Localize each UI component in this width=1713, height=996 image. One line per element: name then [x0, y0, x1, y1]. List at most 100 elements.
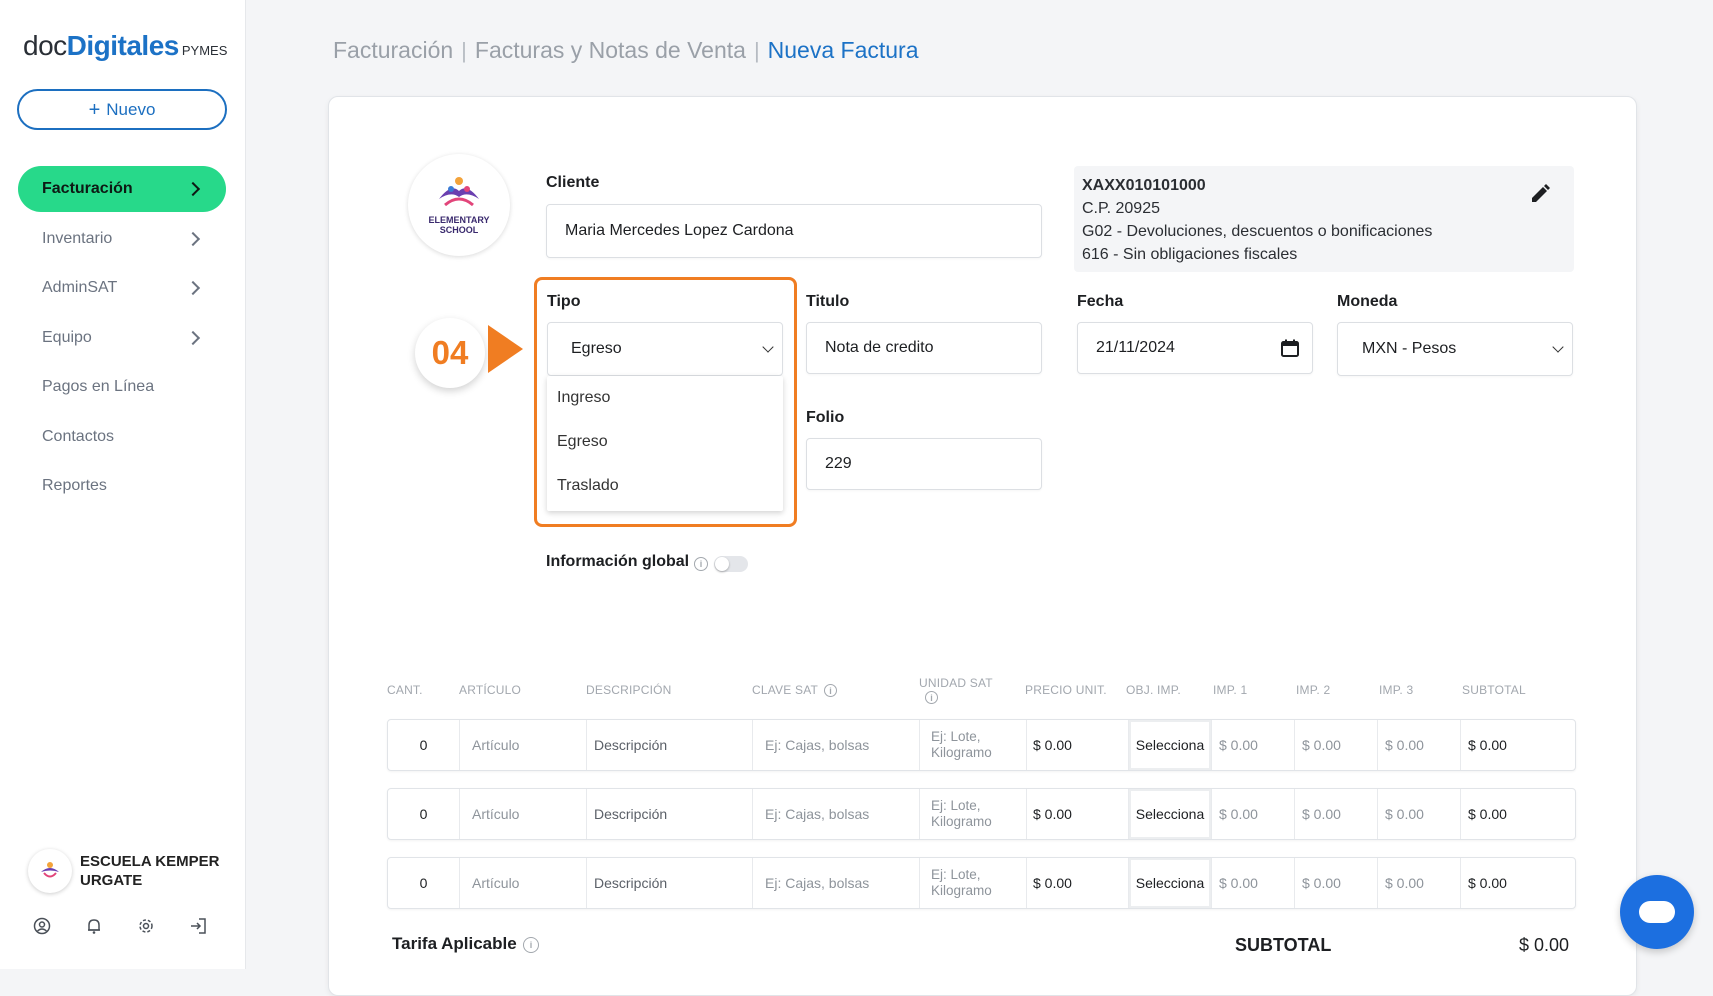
precio-input[interactable]: $ 0.00 — [1027, 789, 1129, 839]
descripcion-input[interactable]: Descripción — [587, 720, 753, 770]
precio-value: $ 0.00 — [1033, 875, 1072, 891]
step-number: 04 — [431, 334, 469, 371]
col-header-obj-imp: OBJ. IMP. — [1126, 683, 1181, 697]
cliente-label: Cliente — [546, 174, 600, 191]
moneda-select[interactable]: MXN - Pesos — [1337, 322, 1573, 376]
sidebar-item-label: Equipo — [42, 328, 92, 346]
col-header-descripcion: DESCRIPCIÓN — [586, 683, 672, 697]
subtotal-value: $ 0.00 — [1468, 875, 1507, 891]
client-rfc: XAXX010101000 — [1082, 177, 1206, 194]
articulo-input[interactable]: Artículo — [460, 789, 587, 839]
imp2-field[interactable]: $ 0.00 — [1295, 720, 1378, 770]
school-logo-text: ELEMENTARY — [428, 215, 490, 225]
calendar-icon[interactable] — [1280, 338, 1300, 358]
unidad-placeholder-line: Ej: Lote, — [931, 867, 981, 882]
obj-imp-label: Selecciona — [1135, 737, 1205, 753]
info-icon[interactable]: i — [523, 937, 539, 953]
brand-part2: Digitales — [66, 30, 180, 61]
chat-button[interactable] — [1620, 875, 1694, 949]
chevron-right-icon — [185, 231, 201, 246]
subtotal-value: $ 0.00 — [1468, 737, 1507, 753]
unidad-placeholder-line: Ej: Lote, — [931, 729, 981, 744]
precio-value: $ 0.00 — [1033, 737, 1072, 753]
tutorial-highlight — [534, 277, 797, 527]
precio-input[interactable]: $ 0.00 — [1027, 858, 1129, 908]
imp3-field[interactable]: $ 0.00 — [1378, 720, 1461, 770]
info-icon[interactable]: i — [694, 557, 708, 571]
col-header-imp3: IMP. 3 — [1379, 683, 1414, 697]
obj-imp-select[interactable]: Selecciona — [1129, 789, 1212, 839]
obj-imp-select[interactable]: Selecciona — [1129, 720, 1212, 770]
descripcion-input[interactable]: Descripción — [587, 789, 753, 839]
info-icon[interactable]: i — [925, 691, 938, 704]
imp2-field[interactable]: $ 0.00 — [1295, 858, 1378, 908]
gear-icon[interactable] — [136, 916, 156, 936]
subtotal-value: $ 0.00 — [1468, 806, 1507, 822]
step-marker: 04 — [415, 318, 485, 388]
user-profile[interactable]: ESCUELA KEMPER URGATE — [28, 849, 230, 893]
imp2-field[interactable]: $ 0.00 — [1295, 789, 1378, 839]
unidad-sat-input[interactable]: Ej: Lote, Kilogramo — [920, 720, 1027, 770]
info-global-toggle[interactable] — [714, 556, 748, 572]
unidad-placeholder-line: Kilogramo — [931, 883, 992, 898]
imp1-field[interactable]: $ 0.00 — [1212, 789, 1295, 839]
articulo-input[interactable]: Artículo — [460, 720, 587, 770]
sidebar-item-pagos-en-linea[interactable]: Pagos en Línea — [18, 364, 226, 410]
info-icon[interactable]: i — [824, 684, 837, 697]
folio-input[interactable]: 229 — [806, 438, 1042, 490]
sidebar-item-label: Pagos en Línea — [42, 378, 155, 395]
titulo-value: Nota de credito — [825, 339, 934, 356]
clave-sat-input[interactable]: Ej: Cajas, bolsas — [753, 858, 920, 908]
sidebar-item-reportes[interactable]: Reportes — [18, 463, 226, 509]
client-cp: C.P. 20925 — [1082, 200, 1160, 217]
descripcion-placeholder: Descripción — [594, 737, 668, 753]
cant-input[interactable]: 0 — [388, 789, 460, 839]
new-button[interactable]: + Nuevo — [17, 89, 227, 130]
imp3-value: $ 0.00 — [1385, 806, 1424, 822]
articulo-placeholder: Artículo — [472, 737, 520, 753]
user-circle-icon[interactable] — [32, 916, 52, 936]
cliente-value: Maria Mercedes Lopez Cardona — [565, 222, 794, 239]
cant-input[interactable]: 0 — [388, 720, 460, 770]
bell-icon[interactable] — [84, 916, 104, 936]
titulo-input[interactable]: Nota de credito — [806, 322, 1042, 374]
cliente-input[interactable]: Maria Mercedes Lopez Cardona — [546, 204, 1042, 258]
col-header-imp2: IMP. 2 — [1296, 683, 1331, 697]
fecha-input[interactable]: 21/11/2024 — [1077, 322, 1313, 374]
sidebar-item-contactos[interactable]: Contactos — [18, 414, 226, 460]
precio-value: $ 0.00 — [1033, 806, 1072, 822]
breadcrumb-facturacion[interactable]: Facturación — [333, 37, 453, 64]
tarifa-label: Tarifa Aplicable — [392, 934, 517, 953]
clave-sat-input[interactable]: Ej: Cajas, bolsas — [753, 720, 920, 770]
obj-imp-select[interactable]: Selecciona — [1129, 858, 1212, 908]
new-button-label: Nuevo — [106, 99, 156, 119]
unidad-sat-input[interactable]: Ej: Lote, Kilogramo — [920, 789, 1027, 839]
sidebar-item-label: Inventario — [42, 229, 113, 247]
cant-input[interactable]: 0 — [388, 858, 460, 908]
imp3-field[interactable]: $ 0.00 — [1378, 858, 1461, 908]
pencil-icon[interactable] — [1528, 182, 1552, 206]
imp1-field[interactable]: $ 0.00 — [1212, 858, 1295, 908]
clave-sat-input[interactable]: Ej: Cajas, bolsas — [753, 789, 920, 839]
breadcrumb-facturas[interactable]: Facturas y Notas de Venta — [475, 37, 746, 64]
user-name: ESCUELA KEMPER URGATE — [80, 853, 220, 889]
client-fiscal-info: XAXX010101000 C.P. 20925 G02 - Devolucio… — [1074, 166, 1574, 272]
sidebar-item-facturacion[interactable]: Facturación — [18, 166, 226, 212]
sidebar-item-adminsat[interactable]: AdminSAT — [18, 265, 226, 311]
imp3-field[interactable]: $ 0.00 — [1378, 789, 1461, 839]
brand-logo[interactable]: doc Digitales PYMES — [23, 30, 227, 62]
articulo-placeholder: Artículo — [472, 875, 520, 891]
sidebar-item-equipo[interactable]: Equipo — [18, 315, 226, 361]
logout-icon[interactable] — [188, 916, 208, 936]
brand-part3: PYMES — [181, 43, 228, 58]
unidad-sat-input[interactable]: Ej: Lote, Kilogramo — [920, 858, 1027, 908]
precio-input[interactable]: $ 0.00 — [1027, 720, 1129, 770]
articulo-input[interactable]: Artículo — [460, 858, 587, 908]
client-logo[interactable]: ELEMENTARY SCHOOL — [408, 154, 510, 256]
chevron-right-icon — [185, 280, 201, 296]
table-row: 0 Artículo Descripción Ej: Cajas, bolsas… — [387, 788, 1576, 840]
sidebar-item-inventario[interactable]: Inventario — [18, 216, 226, 262]
descripcion-input[interactable]: Descripción — [587, 858, 753, 908]
imp1-field[interactable]: $ 0.00 — [1212, 720, 1295, 770]
imp2-value: $ 0.00 — [1302, 875, 1341, 891]
